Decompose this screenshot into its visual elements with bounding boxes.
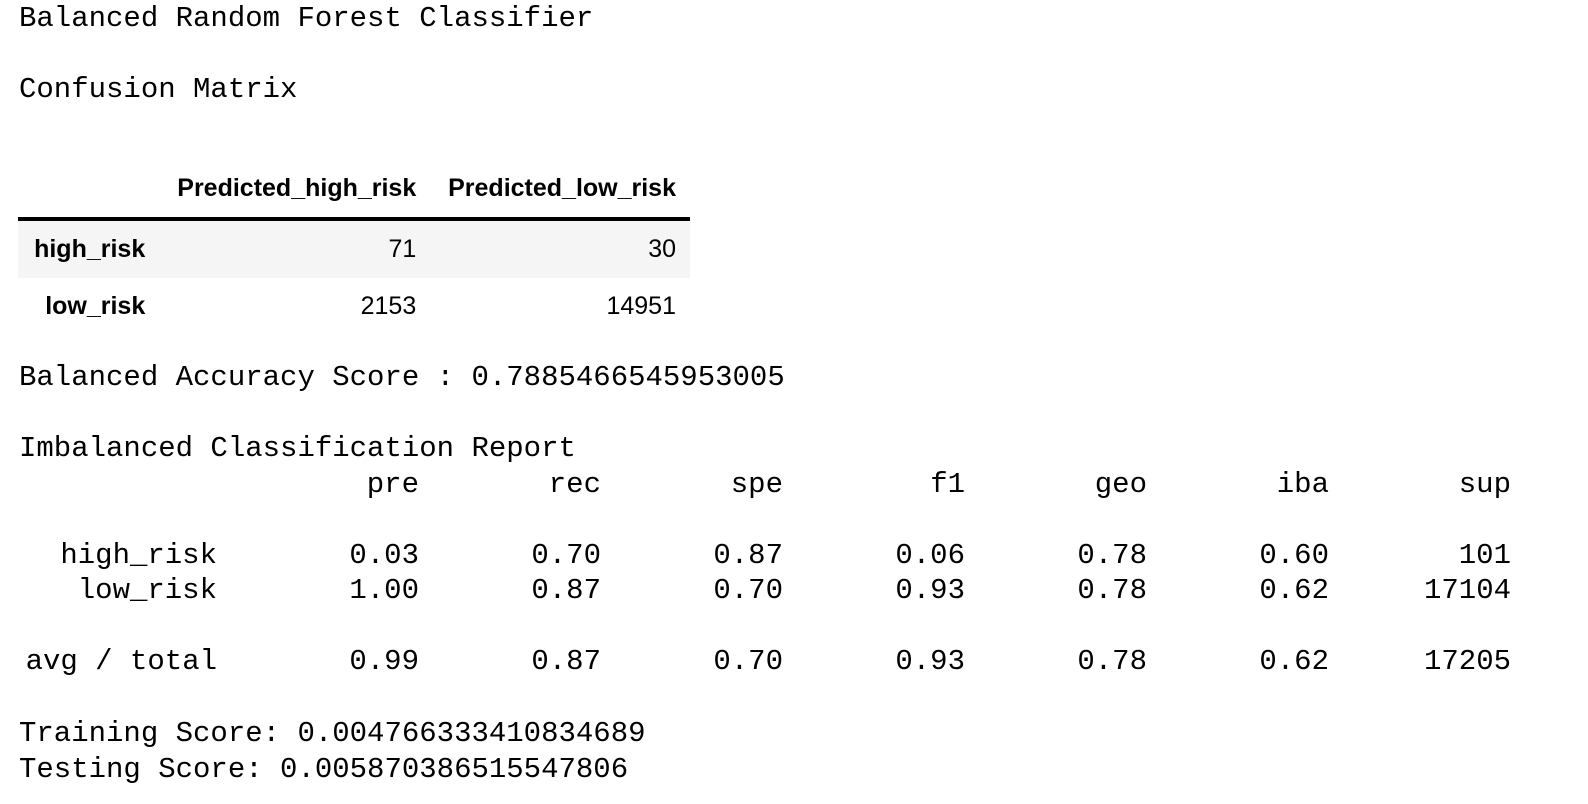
table-cell: 14951 bbox=[606, 292, 676, 320]
report-cell: 17205 bbox=[1423, 645, 1511, 678]
table-row: low_risk 2153 14951 bbox=[18, 278, 690, 335]
report-row-label: avg / total bbox=[25, 645, 217, 678]
table-cell: 71 bbox=[388, 235, 417, 263]
report-cell: 0.70 bbox=[713, 645, 783, 678]
report-cell: 0.03 bbox=[349, 539, 419, 572]
confusion-matrix-table: Predicted_high_risk Predicted_low_risk h… bbox=[18, 160, 690, 335]
output-title: Balanced Random Forest Classifier bbox=[19, 2, 594, 35]
report-header: geo bbox=[1094, 468, 1147, 501]
report-cell: 0.62 bbox=[1259, 574, 1329, 607]
report-cell: 0.70 bbox=[531, 539, 601, 572]
confusion-matrix-title: Confusion Matrix bbox=[19, 73, 298, 106]
report-cell: 0.87 bbox=[713, 539, 783, 572]
testing-score: Testing Score: 0.005870386515547806 bbox=[19, 753, 629, 786]
report-cell: 0.93 bbox=[895, 645, 965, 678]
report-cell: 0.87 bbox=[531, 645, 601, 678]
index-header bbox=[18, 160, 160, 221]
report-header-row: pre rec spe f1 geo iba sup bbox=[19, 467, 1539, 503]
report-cell: 0.62 bbox=[1259, 645, 1329, 678]
report-header: iba bbox=[1276, 468, 1329, 501]
report-cell: 0.78 bbox=[1077, 539, 1147, 572]
report-cell: 0.78 bbox=[1077, 574, 1147, 607]
report-cell: 101 bbox=[1458, 539, 1511, 572]
report-cell: 1.00 bbox=[349, 574, 419, 607]
report-cell: 0.60 bbox=[1259, 539, 1329, 572]
report-header: spe bbox=[730, 468, 783, 501]
row-label: low_risk bbox=[45, 292, 146, 320]
table-cell: 30 bbox=[648, 235, 676, 263]
report-header: f1 bbox=[930, 468, 965, 501]
report-total-row: avg / total 0.99 0.87 0.70 0.93 0.78 0.6… bbox=[19, 644, 1539, 680]
report-cell: 0.93 bbox=[895, 574, 965, 607]
table-cell: 2153 bbox=[360, 292, 417, 320]
balanced-accuracy-score: Balanced Accuracy Score : 0.788546654595… bbox=[19, 361, 785, 394]
report-cell: 0.99 bbox=[349, 645, 419, 678]
row-label: high_risk bbox=[34, 235, 146, 263]
report-header: sup bbox=[1458, 468, 1511, 501]
report-cell: 0.87 bbox=[531, 574, 601, 607]
report-header: rec bbox=[548, 468, 601, 501]
report-cell: 0.78 bbox=[1077, 645, 1147, 678]
column-header: Predicted_high_risk bbox=[159, 160, 431, 221]
table-row: high_risk 71 30 bbox=[18, 219, 690, 278]
report-title: Imbalanced Classification Report bbox=[19, 432, 576, 465]
report-row-label: high_risk bbox=[60, 539, 217, 572]
report-row: high_risk 0.03 0.70 0.87 0.06 0.78 0.60 … bbox=[19, 538, 1539, 574]
report-cell: 17104 bbox=[1423, 574, 1511, 607]
report-header: pre bbox=[366, 468, 419, 501]
report-cell: 0.06 bbox=[895, 539, 965, 572]
table-header-row: Predicted_high_risk Predicted_low_risk bbox=[18, 160, 690, 221]
report-row: low_risk 1.00 0.87 0.70 0.93 0.78 0.62 1… bbox=[19, 573, 1539, 609]
training-score: Training Score: 0.004766333410834689 bbox=[19, 717, 646, 750]
report-row-label: low_risk bbox=[77, 574, 217, 607]
column-header: Predicted_low_risk bbox=[430, 160, 690, 221]
report-cell: 0.70 bbox=[713, 574, 783, 607]
